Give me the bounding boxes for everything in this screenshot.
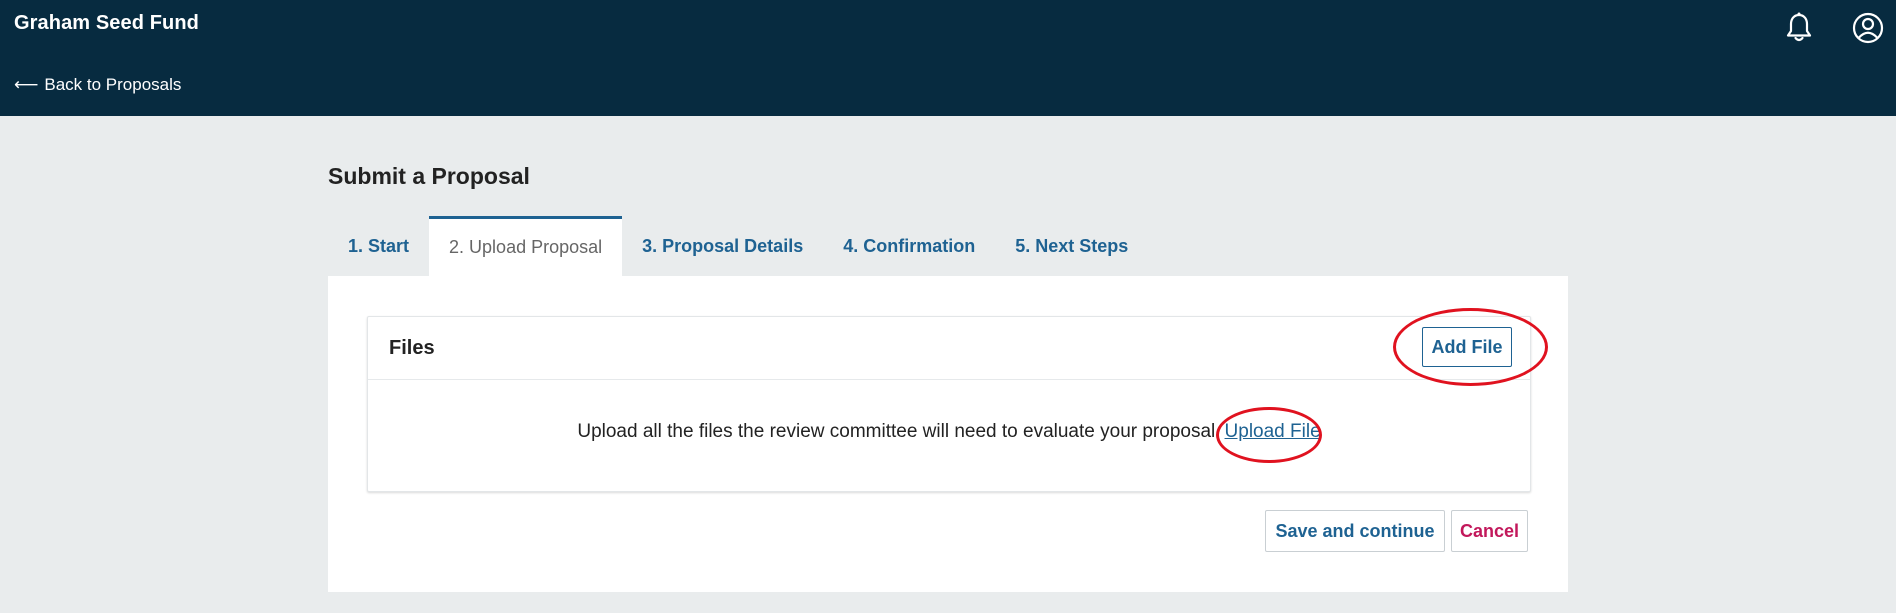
user-circle-icon[interactable] — [1850, 10, 1886, 46]
app-title: Graham Seed Fund — [14, 12, 199, 34]
tab-confirmation[interactable]: 4. Confirmation — [823, 216, 995, 276]
upload-panel: Files Add File Upload all the files the … — [328, 276, 1568, 592]
files-instructions: Upload all the files the review committe… — [577, 421, 1221, 442]
files-card: Files Add File Upload all the files the … — [367, 316, 1531, 492]
upload-file-link[interactable]: Upload File — [1225, 421, 1321, 442]
add-file-button[interactable]: Add File — [1422, 327, 1512, 367]
top-header: Graham Seed Fund ⟵ Back to Proposals — [0, 0, 1896, 116]
bell-icon[interactable] — [1781, 10, 1817, 46]
back-to-proposals-link[interactable]: ⟵ Back to Proposals — [14, 75, 181, 95]
tab-start[interactable]: 1. Start — [328, 216, 429, 276]
files-card-header: Files Add File — [368, 317, 1530, 380]
tab-next-steps[interactable]: 5. Next Steps — [995, 216, 1148, 276]
files-empty-state: Upload all the files the review committe… — [368, 379, 1530, 491]
back-arrow-icon: ⟵ — [14, 75, 39, 94]
page-title: Submit a Proposal — [328, 163, 530, 189]
files-title: Files — [389, 337, 435, 359]
cancel-button[interactable]: Cancel — [1451, 510, 1528, 552]
tab-proposal-details[interactable]: 3. Proposal Details — [622, 216, 823, 276]
tab-upload-proposal[interactable]: 2. Upload Proposal — [429, 216, 623, 276]
back-link-label: Back to Proposals — [44, 75, 182, 94]
files-empty-message: Upload all the files the review committe… — [368, 421, 1530, 443]
wizard-tabs: 1. Start 2. Upload Proposal 3. Proposal … — [328, 216, 1148, 276]
save-and-continue-button[interactable]: Save and continue — [1265, 510, 1445, 552]
